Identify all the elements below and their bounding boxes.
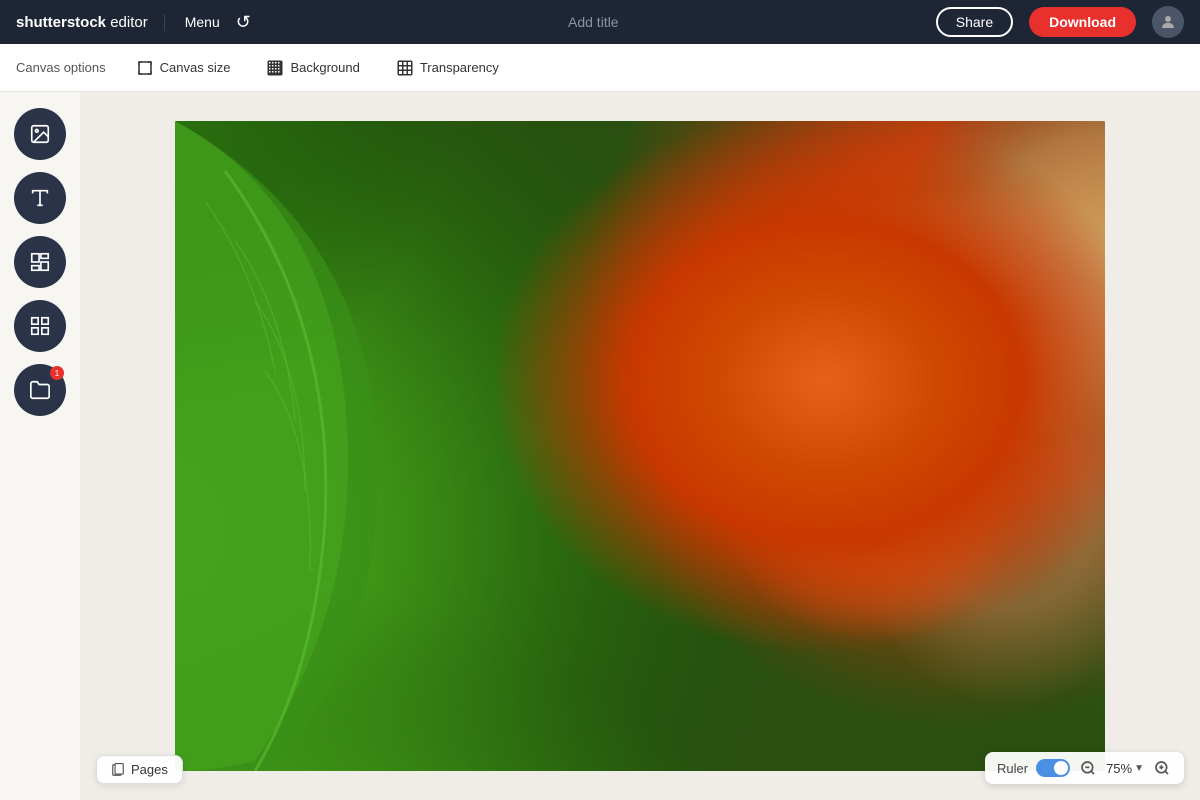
- share-button[interactable]: Share: [936, 7, 1013, 37]
- menu-label: Menu: [185, 14, 220, 30]
- undo-button[interactable]: ↺: [236, 13, 251, 31]
- image-icon: [29, 123, 51, 145]
- menu-button[interactable]: Menu: [185, 14, 220, 30]
- zoom-out-button[interactable]: [1078, 758, 1098, 778]
- sidebar-item-images[interactable]: [14, 108, 66, 160]
- download-button[interactable]: Download: [1029, 7, 1136, 37]
- background-button[interactable]: Background: [252, 53, 373, 83]
- sidebar-item-templates[interactable]: [14, 236, 66, 288]
- zoom-chevron-icon: ▼: [1134, 763, 1144, 774]
- logo: shutterstock editor: [16, 14, 148, 31]
- canvas-image: [175, 121, 1105, 771]
- canvas-toolbar: Canvas options Canvas size Background: [0, 44, 1200, 92]
- zoom-out-icon: [1080, 760, 1096, 776]
- canvas-size-button[interactable]: Canvas size: [122, 53, 245, 83]
- canvas-area[interactable]: Pages Ruler 75% ▼: [80, 92, 1200, 800]
- transparency-icon: [396, 59, 414, 77]
- canvas-options-label: Canvas options: [16, 60, 106, 75]
- sidebar: 1: [0, 92, 80, 800]
- files-badge: 1: [50, 366, 64, 380]
- user-icon: [1159, 13, 1177, 31]
- pages-icon: [111, 763, 125, 777]
- ruler-toggle[interactable]: [1036, 759, 1070, 777]
- ruler-toggle-thumb: [1054, 761, 1068, 775]
- canvas-size-icon: [136, 59, 154, 77]
- zoom-in-icon: [1154, 760, 1170, 776]
- text-icon: [29, 187, 51, 209]
- background-icon: [266, 59, 284, 77]
- template-icon: [29, 251, 51, 273]
- top-nav: shutterstock editor Menu ↺ Add title Sha…: [0, 0, 1200, 44]
- main-area: 1: [0, 92, 1200, 800]
- title-field[interactable]: Add title: [267, 14, 920, 30]
- zoom-value[interactable]: 75% ▼: [1106, 761, 1144, 776]
- canvas-photo: [175, 121, 1105, 771]
- pages-button[interactable]: Pages: [96, 755, 183, 784]
- ruler-label: Ruler: [997, 761, 1028, 776]
- logo-area: shutterstock editor: [16, 14, 165, 31]
- sidebar-item-text[interactable]: [14, 172, 66, 224]
- avatar[interactable]: [1152, 6, 1184, 38]
- sidebar-item-elements[interactable]: [14, 300, 66, 352]
- transparency-button[interactable]: Transparency: [382, 53, 513, 83]
- sidebar-item-files[interactable]: 1: [14, 364, 66, 416]
- zoom-controls: Ruler 75% ▼: [985, 752, 1184, 784]
- files-icon: [29, 379, 51, 401]
- elements-icon: [29, 315, 51, 337]
- zoom-in-button[interactable]: [1152, 758, 1172, 778]
